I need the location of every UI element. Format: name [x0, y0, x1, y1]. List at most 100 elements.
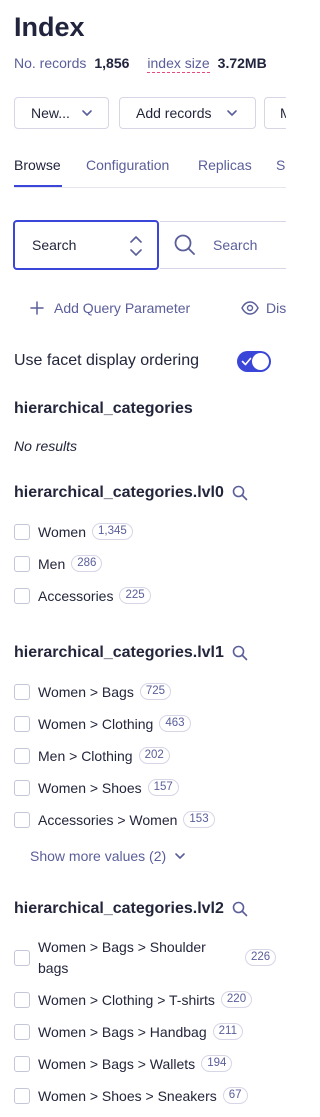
tabs-divider	[14, 187, 286, 188]
search-input[interactable]: Search	[160, 221, 286, 269]
facet-value-row[interactable]: Accessories 225	[14, 587, 151, 604]
facet-value-count: 153	[183, 811, 215, 828]
facet-name: hierarchical_categories.lvl0	[14, 484, 224, 501]
facet-value-label: Women > Bags > Shoulder bags	[38, 939, 206, 976]
add-query-parameter-label: Add Query Parameter	[54, 300, 191, 316]
new-button[interactable]: New...	[14, 97, 109, 129]
facet-value-label: Men > Clothing	[38, 747, 133, 764]
facet-value-count: 67	[222, 1087, 248, 1104]
facet-name: hierarchical_categories.lvl1	[14, 644, 224, 661]
facet-value-label: Women > Clothing	[38, 715, 154, 732]
tab-replicas[interactable]: Replicas	[198, 157, 252, 173]
facet-value-row[interactable]: Women > Bags > Wallets 194	[14, 1055, 233, 1072]
facet-checkbox[interactable]	[14, 1087, 30, 1104]
facet-value-count: 225	[119, 587, 151, 604]
facet-value-count: 725	[139, 683, 172, 700]
facet-value-row[interactable]: Women > Shoes > Sneakers 67	[14, 1087, 248, 1104]
facet-title: hierarchical_categories.lvl0	[14, 484, 248, 502]
facet-value-count: 220	[220, 991, 253, 1008]
facet-value-row[interactable]: Women > Clothing > T-shirts 220	[14, 991, 253, 1008]
facet-value-count: 211	[212, 1023, 243, 1040]
facet-value-label: Women > Shoes > Sneakers	[38, 1087, 217, 1104]
chevron-down-icon	[227, 110, 237, 116]
facet-value-row[interactable]: Women 1,345	[14, 523, 133, 540]
add-records-label: Add records	[136, 105, 212, 121]
display-options-button[interactable]: Dis	[241, 300, 286, 316]
facet-value-row[interactable]: Accessories > Women 153	[14, 811, 215, 828]
facet-value-row[interactable]: Women > Bags 725	[14, 683, 172, 700]
index-page: Index No. records 1,856 index size 3.72M…	[0, 0, 286, 1117]
facet-value-label: Women > Shoes	[38, 779, 142, 796]
facet-value-label: Women > Bags > Handbag	[38, 1023, 207, 1040]
index-stats: No. records 1,856 index size 3.72MB	[14, 55, 267, 73]
facet-checkbox[interactable]	[14, 715, 30, 732]
show-more-label: Show more values (2)	[30, 848, 167, 864]
facet-value-count: 157	[147, 779, 179, 796]
index-size-label[interactable]: index size	[147, 55, 210, 73]
facet-value-label: Accessories > Women	[38, 811, 178, 828]
facet-value-count: 194	[201, 1055, 233, 1072]
search-icon[interactable]	[232, 645, 248, 661]
facet-checkbox[interactable]	[14, 523, 30, 540]
facet-checkbox[interactable]	[14, 811, 30, 828]
facet-value-row[interactable]: Women > Bags > Handbag 211	[14, 1023, 243, 1040]
tab-configuration[interactable]: Configuration	[86, 157, 169, 173]
facet-value-label: Women > Bags > Wallets	[38, 1055, 196, 1072]
search-mode-value: Search	[32, 237, 77, 253]
facet-value-label: Accessories	[38, 587, 114, 604]
add-query-parameter-button[interactable]: Add Query Parameter	[30, 300, 190, 316]
facet-name: hierarchical_categories	[14, 400, 193, 417]
sort-updown-icon	[130, 236, 142, 256]
facet-checkbox[interactable]	[14, 950, 30, 966]
facet-checkbox[interactable]	[14, 587, 30, 604]
facet-title: hierarchical_categories	[14, 400, 193, 418]
plus-icon	[30, 301, 44, 315]
facet-value-label: Men	[38, 555, 66, 572]
facet-title: hierarchical_categories.lvl1	[14, 644, 248, 662]
facet-value-label: Women > Clothing > T-shirts	[38, 991, 215, 1008]
facet-value-row[interactable]: Women > Clothing 463	[14, 715, 191, 732]
page-title: Index	[14, 12, 85, 42]
eye-icon	[241, 301, 259, 315]
facet-checkbox[interactable]	[14, 779, 30, 796]
more-actions-button[interactable]: M	[264, 97, 286, 129]
facet-name: hierarchical_categories.lvl2	[14, 900, 224, 917]
display-options-label: Dis	[266, 300, 286, 316]
new-button-label: New...	[31, 105, 70, 121]
facet-value-label: Women	[38, 523, 86, 540]
facet-checkbox[interactable]	[14, 991, 30, 1008]
show-more-values-button[interactable]: Show more values (2)	[30, 848, 186, 864]
facet-value-count: 286	[71, 555, 103, 572]
search-icon[interactable]	[232, 485, 248, 501]
facet-empty-text: No results	[14, 438, 78, 454]
facet-value-count: 463	[159, 715, 191, 732]
tab-more[interactable]: Se	[276, 157, 286, 173]
search-icon[interactable]	[232, 901, 248, 917]
chevron-down-icon	[175, 853, 185, 859]
records-value: 1,856	[94, 55, 130, 71]
index-size-value: 3.72MB	[217, 55, 267, 71]
facet-checkbox[interactable]	[14, 747, 30, 764]
facet-ordering-toggle[interactable]	[237, 351, 271, 372]
facet-ordering-label: Use facet display ordering	[14, 352, 199, 369]
search-icon	[174, 234, 195, 255]
facet-value-label: Women > Bags	[38, 683, 134, 700]
facet-title: hierarchical_categories.lvl2	[14, 900, 248, 918]
facet-value-count: 226	[245, 949, 277, 966]
search-placeholder: Search	[213, 237, 258, 253]
facet-value-row[interactable]: Men > Clothing 202	[14, 747, 170, 764]
facet-checkbox[interactable]	[14, 1055, 30, 1072]
search-mode-select[interactable]: Search	[13, 220, 159, 270]
facet-checkbox[interactable]	[14, 1023, 30, 1040]
add-records-button[interactable]: Add records	[119, 97, 256, 129]
tab-browse[interactable]: Browse	[14, 157, 61, 173]
facet-checkbox[interactable]	[14, 555, 30, 572]
facet-value-count: 202	[138, 747, 170, 764]
records-label: No. records	[14, 55, 87, 71]
toggle-knob	[252, 353, 269, 370]
more-actions-label: M	[280, 105, 286, 121]
check-icon	[241, 357, 252, 366]
facet-value-row[interactable]: Women > Shoes 157	[14, 779, 179, 796]
facet-value-row[interactable]: Men 286	[14, 555, 103, 572]
facet-checkbox[interactable]	[14, 683, 30, 700]
